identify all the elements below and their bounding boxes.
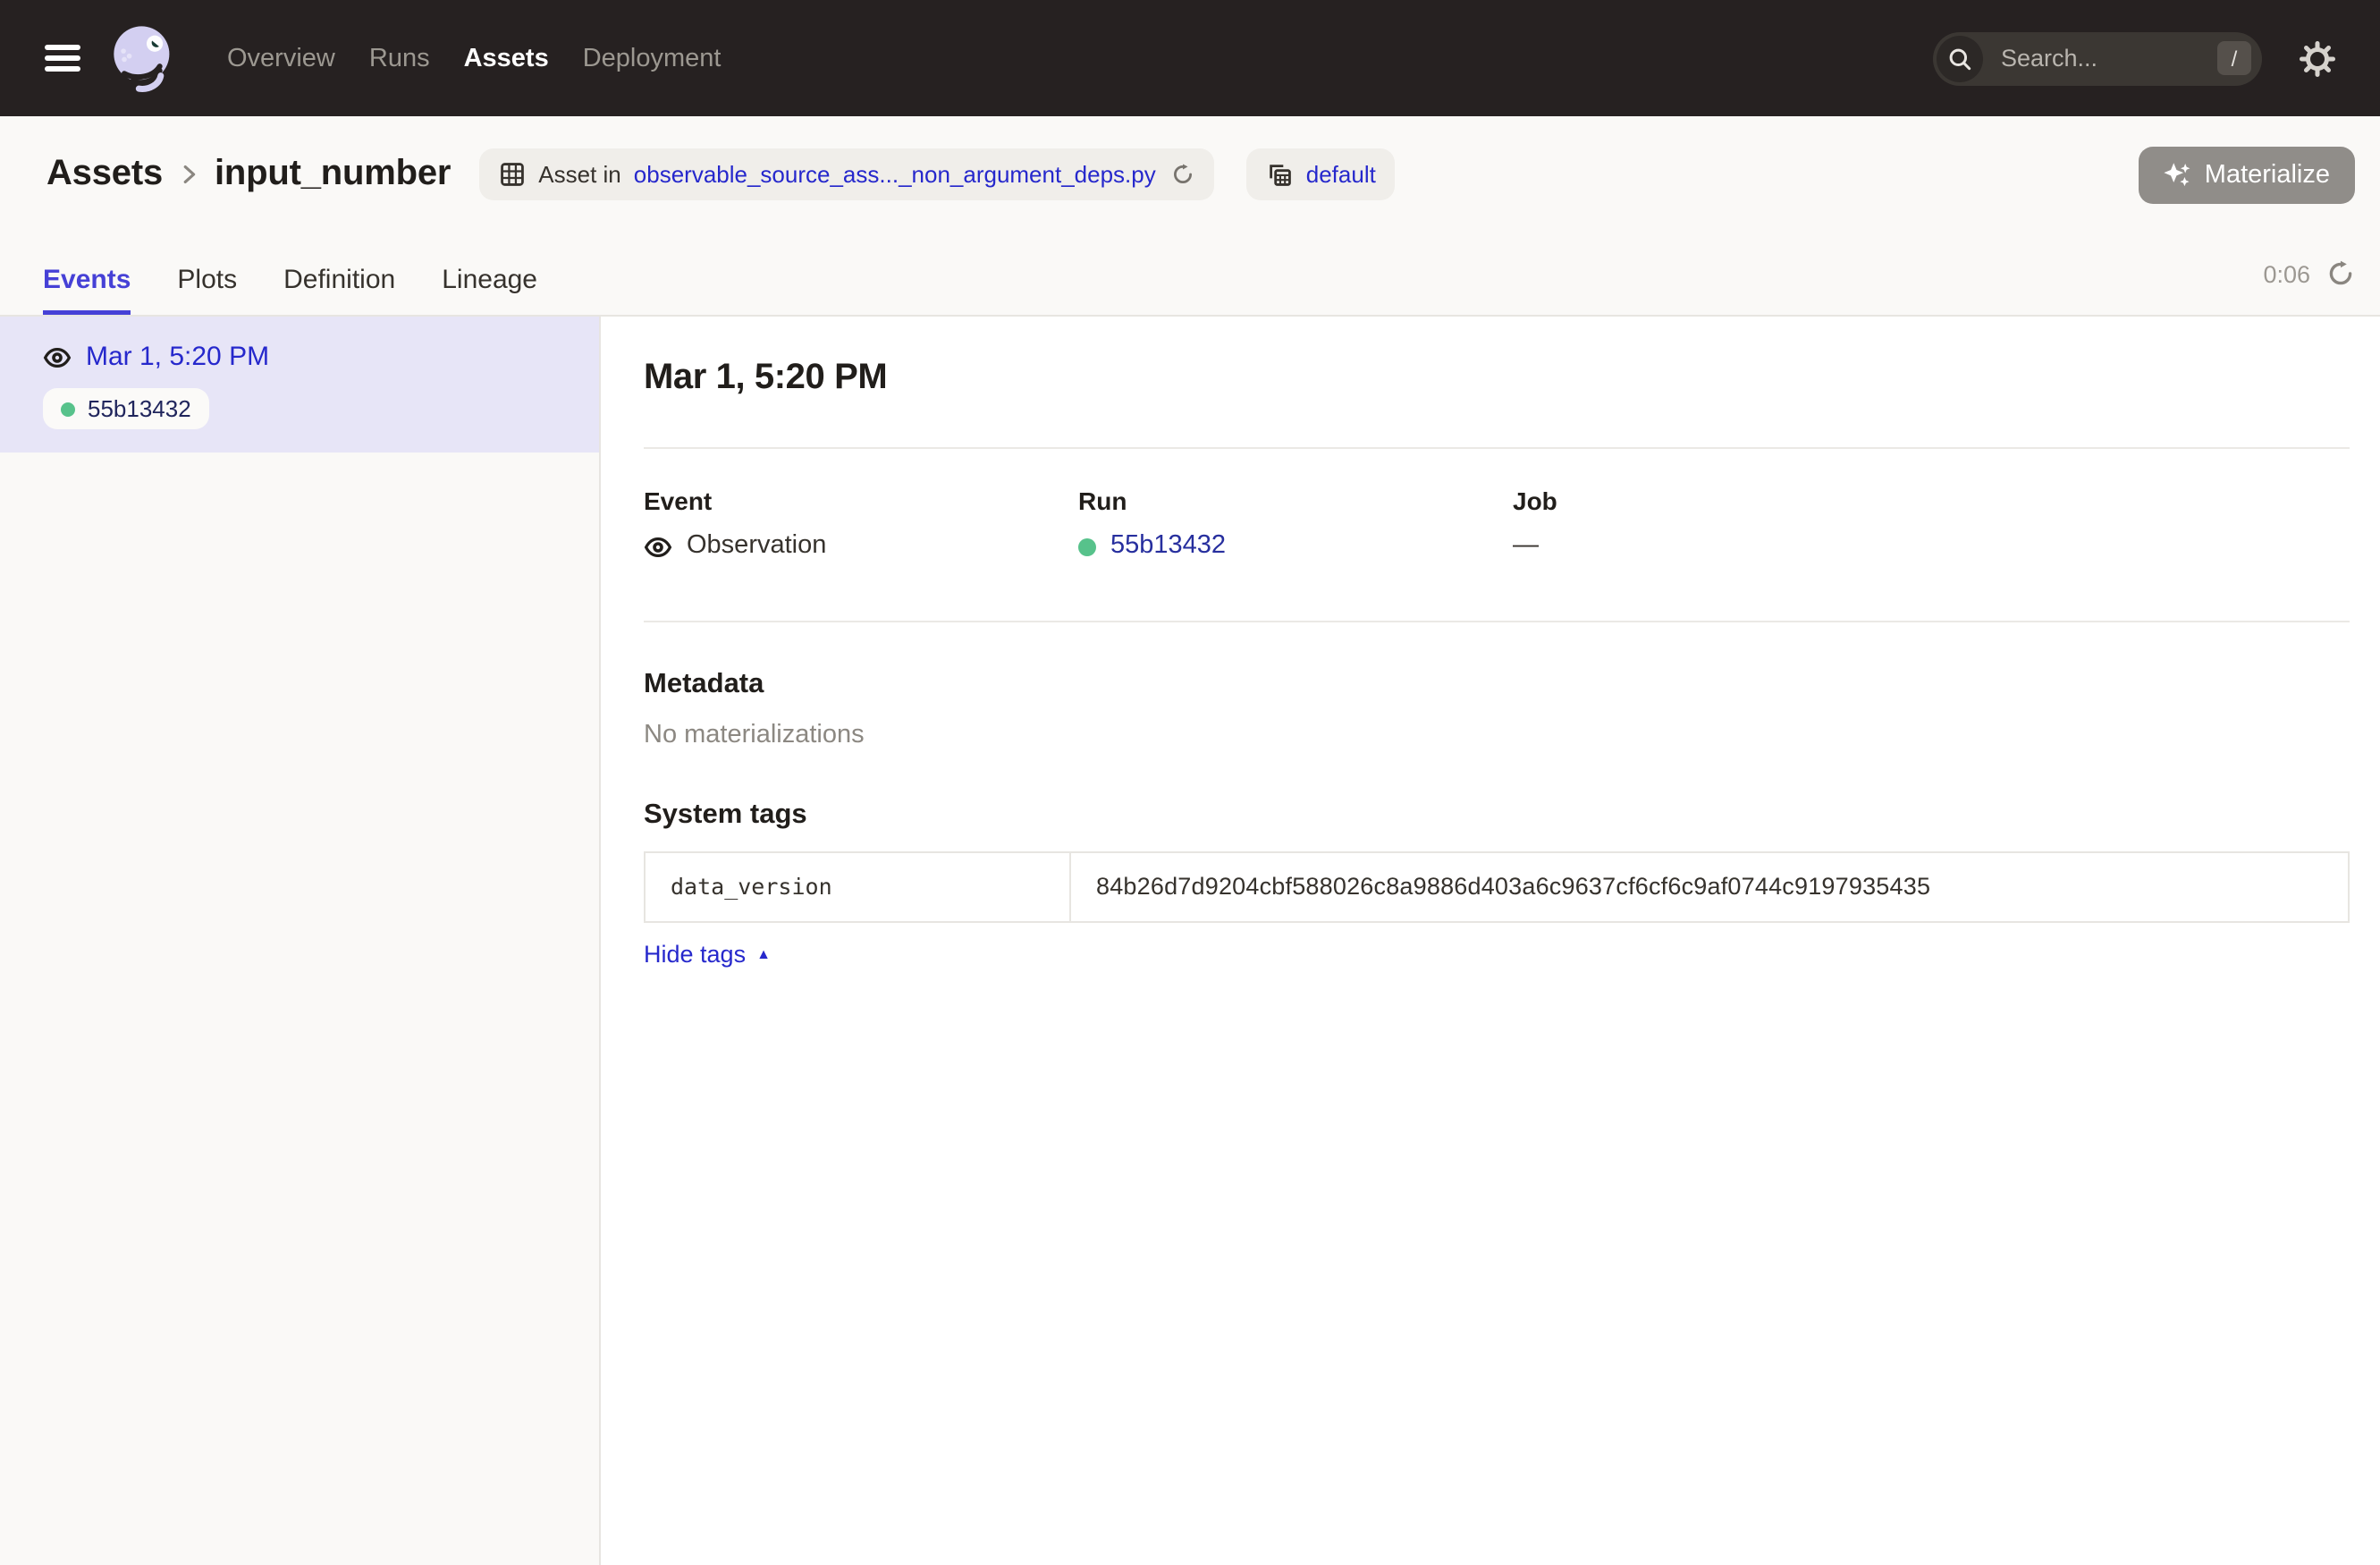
metadata-heading: Metadata [644, 667, 2350, 703]
system-tag-key: data_version [646, 853, 1071, 921]
system-tag-value: 84b26d7d9204cbf588026c8a9886d403a6c9637c… [1071, 853, 2348, 921]
breadcrumb-assets[interactable]: Assets [46, 154, 163, 195]
page-header: Assets input_number Asset in observable_… [0, 116, 2380, 317]
run-badge-id: 55b13432 [88, 395, 191, 422]
run-id-link[interactable]: 55b13432 [1110, 529, 1226, 563]
tab-bar: Events Plots Definition Lineage 0:06 [0, 233, 2380, 317]
event-title: Mar 1, 5:20 PM [644, 356, 2350, 399]
search-box[interactable]: / [1933, 31, 2262, 85]
refresh-countdown: 0:06 [2263, 233, 2355, 315]
events-sidebar: Mar 1, 5:20 PM 55b13432 [0, 317, 601, 1565]
nav-deployment[interactable]: Deployment [583, 44, 722, 72]
refresh-icon[interactable] [2326, 259, 2355, 288]
page-body: Mar 1, 5:20 PM 55b13432 Mar 1, 5:20 PM E… [0, 317, 2380, 1565]
materialize-button[interactable]: Materialize [2139, 146, 2355, 203]
event-list-item[interactable]: Mar 1, 5:20 PM 55b13432 [0, 317, 599, 453]
search-icon [1937, 35, 1983, 81]
header-tags: Asset in observable_source_ass..._non_ar… [479, 148, 1396, 200]
tab-events[interactable]: Events [43, 233, 131, 315]
asset-definition-tag: Asset in observable_source_ass..._non_ar… [479, 148, 1214, 200]
menu-icon[interactable] [45, 45, 80, 72]
repo-icon [1267, 161, 1294, 188]
chevron-right-icon [175, 161, 202, 188]
reload-definition-icon[interactable] [1172, 163, 1195, 186]
observation-eye-icon [644, 532, 672, 561]
event-column: Event Observation [644, 485, 1078, 563]
countdown-value: 0:06 [2263, 260, 2310, 287]
table-grid-icon [499, 161, 526, 188]
dagster-logo-icon[interactable] [105, 21, 181, 96]
nav-assets[interactable]: Assets [464, 44, 549, 72]
job-column-label: Job [1513, 485, 2350, 517]
materialize-label: Materialize [2205, 160, 2330, 189]
tab-lineage[interactable]: Lineage [442, 233, 537, 315]
hide-tags-link[interactable]: Hide tags ▲ [644, 941, 771, 968]
job-column: Job — [1513, 485, 2350, 563]
dagster-app: Overview Runs Assets Deployment / [0, 0, 2380, 1563]
nav-runs[interactable]: Runs [369, 44, 430, 72]
run-column: Run 55b13432 [1078, 485, 1513, 563]
event-type-value: Observation [687, 529, 826, 563]
run-column-label: Run [1078, 485, 1513, 517]
breadcrumb: Assets input_number Asset in observable_… [0, 116, 2380, 233]
sparkle-icon [2164, 161, 2190, 188]
run-status-dot [61, 402, 75, 416]
event-summary-columns: Event Observation Run [644, 449, 2350, 563]
run-status-dot [1078, 537, 1096, 555]
divider [644, 621, 2350, 622]
top-nav: Overview Runs Assets Deployment / [0, 0, 2380, 116]
search-input[interactable] [1997, 43, 2217, 73]
page-title: input_number [215, 154, 451, 195]
tab-definition[interactable]: Definition [283, 233, 395, 315]
gear-icon[interactable] [2300, 40, 2335, 76]
search-shortcut-badge: / [2217, 41, 2251, 75]
event-column-label: Event [644, 485, 1078, 517]
caret-up-icon: ▲ [756, 947, 771, 961]
system-tags-table: data_version 84b26d7d9204cbf588026c8a988… [644, 851, 2350, 923]
job-value: — [1513, 529, 1539, 563]
nav-overview[interactable]: Overview [227, 44, 335, 72]
primary-nav: Overview Runs Assets Deployment [227, 44, 721, 72]
code-location-tag: default [1247, 148, 1396, 200]
event-timestamp-link[interactable]: Mar 1, 5:20 PM [86, 342, 269, 372]
observation-eye-icon [43, 343, 72, 371]
asset-file-link[interactable]: observable_source_ass..._non_argument_de… [634, 161, 1156, 188]
event-detail: Mar 1, 5:20 PM Event Observation [601, 317, 2380, 1565]
system-tags-heading: System tags [644, 798, 2350, 833]
asset-tag-prefix: Asset in [538, 161, 621, 188]
run-badge[interactable]: 55b13432 [43, 388, 209, 429]
metadata-empty-text: No materializations [644, 719, 2350, 753]
tab-plots[interactable]: Plots [177, 233, 237, 315]
code-location-link[interactable]: default [1306, 161, 1376, 188]
